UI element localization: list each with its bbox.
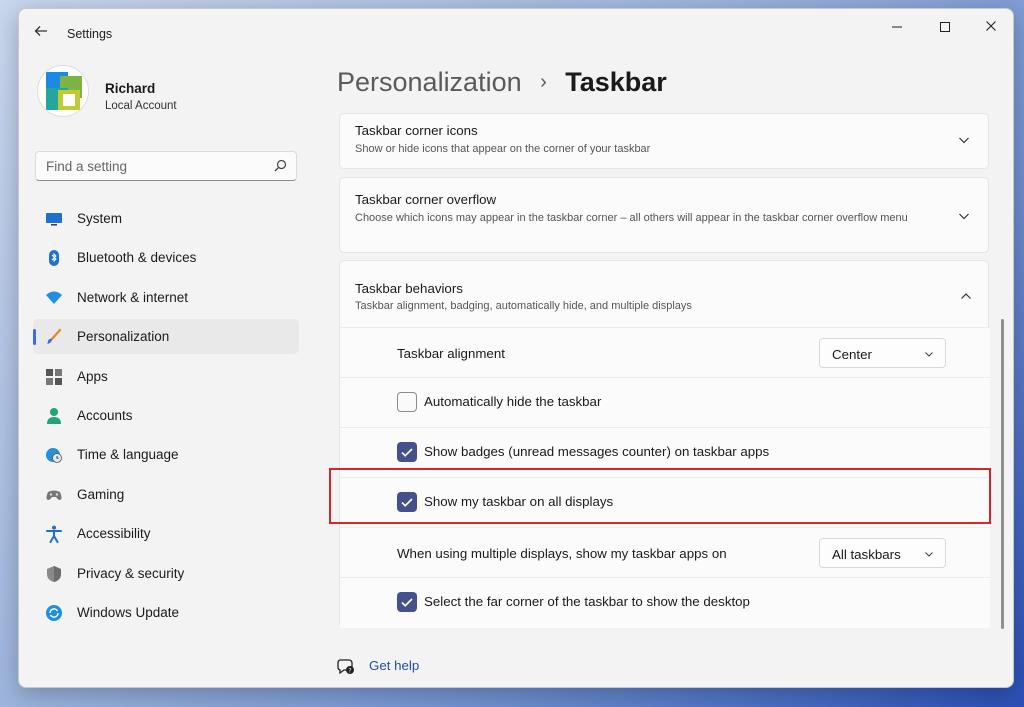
- monitor-icon: [46, 213, 62, 226]
- card-title: Taskbar corner icons: [355, 123, 478, 138]
- window-title: Settings: [67, 27, 113, 41]
- settings-window: Settings Richard Local Account Find a se…: [18, 8, 1014, 688]
- search-icon[interactable]: [271, 157, 289, 175]
- scrollbar[interactable]: [1001, 319, 1004, 629]
- badges-label[interactable]: Show badges (unread messages counter) on…: [424, 444, 769, 459]
- far-corner-checkbox[interactable]: [397, 592, 417, 612]
- card-title: Taskbar behaviors: [355, 281, 463, 296]
- sidebar-item-network[interactable]: Network & internet: [33, 280, 299, 315]
- sidebar-item-accessibility[interactable]: Accessibility: [33, 516, 299, 551]
- paintbrush-icon: [47, 328, 62, 345]
- sidebar-item-label: Accounts: [77, 407, 133, 423]
- help-chat-icon: ?: [337, 659, 354, 675]
- sidebar-nav: System Bluetooth & devices Network & int…: [33, 201, 299, 634]
- account-type: Local Account: [105, 100, 177, 112]
- corner-overflow-card[interactable]: Taskbar corner overflow Choose which ico…: [339, 177, 989, 253]
- sidebar-item-label: Windows Update: [77, 604, 180, 620]
- dropdown-value: Center: [832, 347, 872, 362]
- sidebar-item-accounts[interactable]: Accounts: [33, 398, 299, 433]
- multi-display-row: When using multiple displays, show my ta…: [340, 527, 990, 577]
- sidebar-item-personalization[interactable]: Personalization: [33, 319, 299, 355]
- maximize-button[interactable]: [925, 15, 965, 41]
- checkmark-icon: [401, 448, 413, 457]
- shield-icon: [47, 565, 61, 582]
- card-description: Show or hide icons that appear on the co…: [355, 143, 651, 155]
- highlight-annotation-box: [329, 468, 991, 524]
- chevron-down-icon[interactable]: [956, 208, 972, 224]
- sidebar-item-label: Accessibility: [77, 526, 151, 542]
- accessibility-icon: [46, 525, 62, 544]
- card-description: Choose which icons may appear in the tas…: [355, 212, 908, 224]
- globe-clock-icon: [46, 448, 62, 464]
- minimize-button[interactable]: [877, 15, 917, 41]
- get-help-label: Get help: [369, 658, 420, 673]
- alignment-label: Taskbar alignment: [397, 346, 505, 361]
- svg-text:?: ?: [348, 668, 351, 675]
- gamepad-icon: [46, 490, 62, 500]
- alignment-dropdown[interactable]: Center: [819, 338, 946, 368]
- checkmark-icon: [401, 598, 413, 607]
- sidebar-item-label: Time & language: [77, 447, 179, 463]
- taskbar-behaviors-card: Taskbar behaviors Taskbar alignment, bad…: [339, 260, 990, 628]
- breadcrumb-separator: ›: [540, 71, 547, 93]
- far-corner-label[interactable]: Select the far corner of the taskbar to …: [424, 594, 750, 609]
- title-bar: Settings: [19, 9, 1013, 55]
- sidebar-item-time-language[interactable]: Time & language: [33, 437, 299, 472]
- sidebar-item-privacy-security[interactable]: Privacy & security: [33, 556, 299, 591]
- minimize-icon: [892, 26, 902, 28]
- sidebar-item-gaming[interactable]: Gaming: [33, 477, 299, 512]
- sidebar-item-label: System: [77, 211, 123, 226]
- auto-hide-label[interactable]: Automatically hide the taskbar: [424, 394, 601, 409]
- corner-icons-card[interactable]: Taskbar corner icons Show or hide icons …: [339, 113, 989, 169]
- badges-checkbox[interactable]: [397, 442, 417, 462]
- sidebar-item-label: Gaming: [77, 486, 125, 502]
- person-icon: [47, 407, 61, 424]
- chevron-down-icon: [925, 352, 933, 357]
- sidebar-item-bluetooth[interactable]: Bluetooth & devices: [33, 240, 299, 275]
- sidebar-item-label: Network & internet: [77, 289, 189, 305]
- far-corner-row: Select the far corner of the taskbar to …: [340, 577, 990, 628]
- sidebar-item-system[interactable]: System: [33, 201, 299, 236]
- behaviors-header[interactable]: Taskbar behaviors Taskbar alignment, bad…: [340, 261, 990, 327]
- search-input[interactable]: [35, 151, 297, 181]
- avatar: [37, 65, 89, 117]
- auto-hide-checkbox[interactable]: [397, 392, 417, 412]
- alignment-row: Taskbar alignment Center: [340, 327, 990, 377]
- avatar-logo-icon: [46, 72, 82, 110]
- back-button[interactable]: [31, 23, 51, 43]
- auto-hide-row: Automatically hide the taskbar: [340, 377, 990, 427]
- sidebar-item-label: Apps: [77, 368, 108, 384]
- multi-display-dropdown[interactable]: All taskbars: [819, 538, 946, 568]
- dropdown-value: All taskbars: [832, 547, 901, 562]
- breadcrumb: Personalization › Taskbar: [337, 67, 667, 98]
- bluetooth-icon: [49, 250, 59, 267]
- maximize-icon: [940, 22, 950, 32]
- apps-icon: [46, 368, 62, 385]
- chevron-down-icon[interactable]: [956, 132, 972, 148]
- card-title: Taskbar corner overflow: [355, 192, 497, 207]
- wifi-icon: [46, 291, 62, 304]
- sidebar-item-apps[interactable]: Apps: [33, 359, 299, 394]
- sidebar-item-label: Personalization: [77, 329, 170, 345]
- sidebar-item-label: Privacy & security: [77, 565, 185, 581]
- sidebar-item-windows-update[interactable]: Windows Update: [33, 595, 299, 630]
- update-icon: [46, 604, 62, 621]
- page-title: Taskbar: [565, 67, 667, 97]
- user-name: Richard: [105, 81, 156, 96]
- chevron-up-icon[interactable]: [958, 288, 974, 304]
- close-button[interactable]: [971, 15, 1011, 41]
- multi-display-label: When using multiple displays, show my ta…: [397, 546, 727, 561]
- settings-content: Taskbar corner icons Show or hide icons …: [339, 113, 991, 687]
- chevron-down-icon: [925, 552, 933, 557]
- sidebar-item-label: Bluetooth & devices: [77, 250, 197, 266]
- arrow-left-icon: [34, 26, 47, 36]
- card-description: Taskbar alignment, badging, automaticall…: [355, 300, 692, 312]
- close-icon: [986, 21, 996, 31]
- breadcrumb-parent[interactable]: Personalization: [337, 67, 522, 97]
